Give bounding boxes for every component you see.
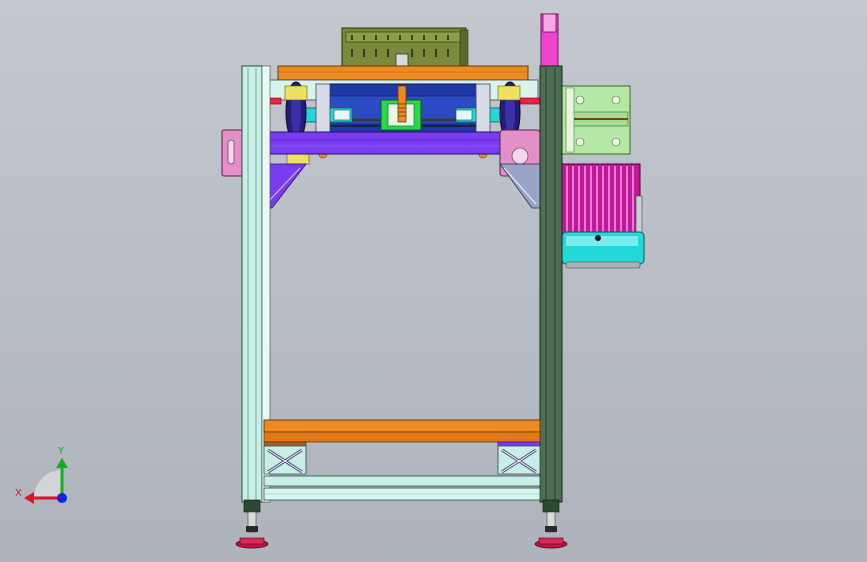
lower-orange-beam bbox=[263, 419, 541, 443]
y-axis-label: Y bbox=[57, 446, 65, 457]
motor-mount-plate bbox=[561, 85, 631, 155]
top-gearbox bbox=[341, 27, 469, 73]
right-top-tab bbox=[540, 13, 559, 69]
left-side-bracket bbox=[221, 129, 245, 177]
left-leveling-foot bbox=[235, 499, 269, 549]
top-orange-beam bbox=[277, 65, 529, 81]
upper-purple-beam bbox=[265, 131, 539, 155]
z-axis-dot-icon bbox=[57, 493, 67, 503]
triad-plane-icon bbox=[34, 470, 62, 498]
lower-left-gusset bbox=[263, 441, 307, 475]
cad-viewport[interactable]: Y X bbox=[0, 0, 867, 562]
upper-right-gusset bbox=[499, 163, 541, 209]
drive-motor bbox=[561, 163, 645, 269]
right-leveling-foot bbox=[534, 499, 568, 549]
lower-right-gusset bbox=[497, 441, 541, 475]
right-column bbox=[539, 65, 563, 503]
upper-mechanism bbox=[267, 79, 539, 137]
x-axis-label: X bbox=[15, 488, 22, 499]
bottom-rails bbox=[263, 475, 541, 501]
view-orientation-triad[interactable]: Y X bbox=[15, 446, 68, 504]
machine-model-view[interactable]: Y X bbox=[0, 0, 867, 562]
